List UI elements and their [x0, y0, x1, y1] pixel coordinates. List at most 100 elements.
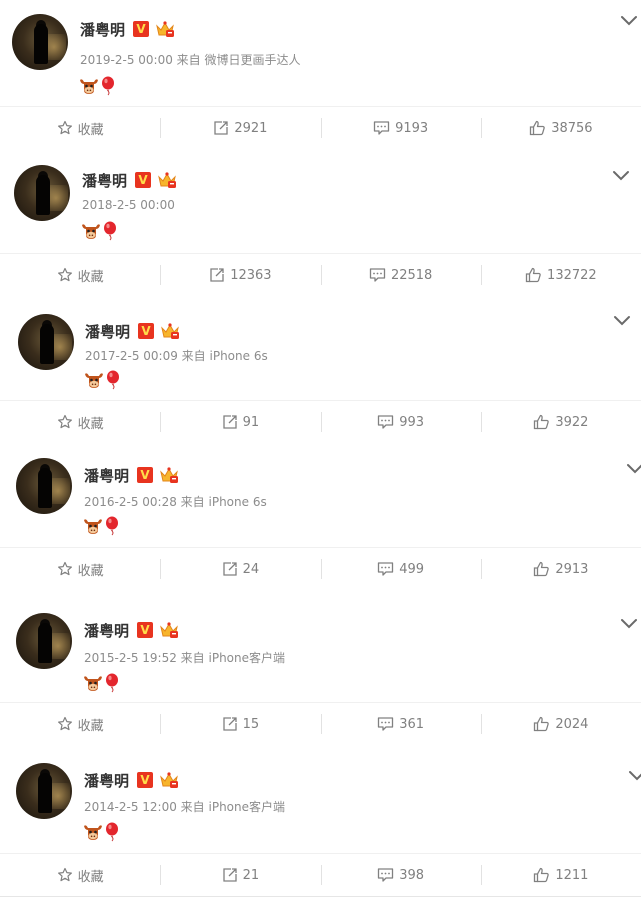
comment-icon [378, 562, 394, 576]
chevron-down-icon[interactable] [626, 460, 641, 474]
author-row: 潘粤明 V [84, 619, 179, 641]
favorite-button[interactable]: 收藏 [0, 548, 160, 590]
post-content [84, 370, 122, 394]
favorite-label: 收藏 [77, 122, 104, 138]
avatar[interactable] [16, 763, 72, 819]
author-name[interactable]: 潘粤明 [84, 620, 129, 641]
comment-button[interactable]: 22518 [320, 254, 481, 296]
thumbs-up-icon [525, 267, 541, 283]
comment-button[interactable]: 499 [320, 548, 481, 590]
balloon-emoji-icon [101, 76, 117, 100]
repost-icon [214, 121, 228, 135]
chevron-down-icon[interactable] [620, 12, 638, 26]
weibo-post: 潘粤明 V 2019-2-5 00:00 来自 微博日更画手达人 收藏 2921… [0, 0, 641, 150]
star-icon [57, 120, 72, 135]
author-name[interactable]: 潘粤明 [82, 170, 127, 191]
author-row: 潘粤明 V [85, 320, 180, 342]
ox-emoji-icon [83, 517, 103, 539]
like-count: 3922 [555, 414, 589, 430]
weibo-post: 潘粤明 V 2015-2-5 19:52 来自 iPhone客户端 收藏 15 … [0, 593, 641, 749]
repost-button[interactable]: 91 [160, 401, 320, 443]
like-button[interactable]: 3922 [480, 401, 641, 443]
balloon-emoji-icon [105, 822, 121, 846]
crown-member-icon [159, 771, 179, 789]
comment-button[interactable]: 361 [320, 703, 481, 745]
repost-count: 2921 [234, 120, 268, 136]
action-bar: 收藏 15 361 2024 [0, 702, 641, 745]
author-name[interactable]: 潘粤明 [84, 770, 129, 791]
comment-icon [378, 415, 394, 429]
comment-button[interactable]: 9193 [320, 107, 481, 149]
like-count: 132722 [547, 267, 597, 283]
repost-icon [210, 268, 224, 282]
chevron-down-icon[interactable] [612, 167, 630, 181]
repost-button[interactable]: 21 [160, 854, 320, 896]
avatar[interactable] [18, 314, 74, 370]
post-content [83, 673, 121, 697]
favorite-label: 收藏 [77, 563, 104, 579]
comment-button[interactable]: 993 [320, 401, 481, 443]
avatar[interactable] [16, 458, 72, 514]
thumbs-up-icon [530, 120, 545, 136]
author-row: 潘粤明 V [80, 18, 175, 40]
author-row: 潘粤明 V [82, 169, 177, 191]
chevron-down-icon[interactable] [620, 615, 638, 629]
avatar[interactable] [16, 613, 72, 669]
comment-icon [369, 268, 386, 282]
author-name[interactable]: 潘粤明 [85, 321, 130, 342]
post-content [79, 76, 117, 100]
repost-icon [222, 415, 237, 429]
weibo-post: 潘粤明 V 2014-2-5 12:00 来自 iPhone客户端 收藏 21 … [0, 747, 641, 897]
author-name[interactable]: 潘粤明 [84, 465, 129, 486]
verified-v-icon: V [138, 323, 155, 339]
crown-member-icon [159, 621, 179, 639]
star-icon [57, 414, 72, 429]
comment-icon [378, 717, 394, 731]
author-name[interactable]: 潘粤明 [80, 19, 125, 40]
weibo-post: 潘粤明 V 2016-2-5 00:28 来自 iPhone 6s 收藏 24 … [0, 446, 641, 594]
like-button[interactable]: 1211 [480, 854, 641, 896]
favorite-button[interactable]: 收藏 [0, 703, 160, 745]
action-bar: 收藏 21 398 1211 [0, 853, 641, 896]
crown-member-icon [159, 466, 179, 484]
comment-count: 993 [399, 414, 425, 430]
chevron-down-icon[interactable] [613, 312, 631, 326]
favorite-button[interactable]: 收藏 [0, 401, 160, 443]
ox-emoji-icon [84, 371, 104, 393]
like-button[interactable]: 132722 [480, 254, 641, 296]
repost-count: 24 [242, 561, 260, 577]
action-bar: 收藏 91 993 3922 [0, 400, 641, 443]
crown-member-icon [157, 171, 177, 189]
repost-button[interactable]: 15 [160, 703, 320, 745]
balloon-emoji-icon [106, 370, 122, 394]
like-button[interactable]: 2913 [480, 548, 641, 590]
post-content [83, 516, 121, 540]
like-button[interactable]: 38756 [480, 107, 641, 149]
action-bar: 收藏 12363 22518 132722 [0, 253, 641, 296]
repost-button[interactable]: 24 [160, 548, 320, 590]
avatar[interactable] [14, 165, 70, 221]
avatar[interactable] [12, 14, 68, 70]
favorite-label: 收藏 [77, 269, 104, 285]
repost-button[interactable]: 2921 [160, 107, 320, 149]
thumbs-up-icon [534, 867, 550, 883]
balloon-emoji-icon [105, 516, 121, 540]
post-meta: 2018-2-5 00:00 [82, 198, 175, 212]
star-icon [57, 561, 72, 576]
repost-icon [222, 562, 237, 576]
verified-v-icon: V [133, 21, 150, 37]
comment-count: 361 [399, 716, 425, 732]
chevron-down-icon[interactable] [628, 767, 641, 781]
post-meta: 2019-2-5 00:00 来自 微博日更画手达人 [80, 53, 301, 67]
favorite-button[interactable]: 收藏 [0, 107, 160, 149]
like-button[interactable]: 2024 [480, 703, 641, 745]
comment-count: 9193 [395, 120, 429, 136]
repost-count: 91 [242, 414, 260, 430]
favorite-button[interactable]: 收藏 [0, 254, 160, 296]
favorite-button[interactable]: 收藏 [0, 854, 160, 896]
repost-icon [222, 717, 237, 731]
repost-button[interactable]: 12363 [160, 254, 320, 296]
like-count: 2913 [555, 561, 589, 577]
comment-icon [373, 121, 390, 135]
comment-button[interactable]: 398 [320, 854, 481, 896]
